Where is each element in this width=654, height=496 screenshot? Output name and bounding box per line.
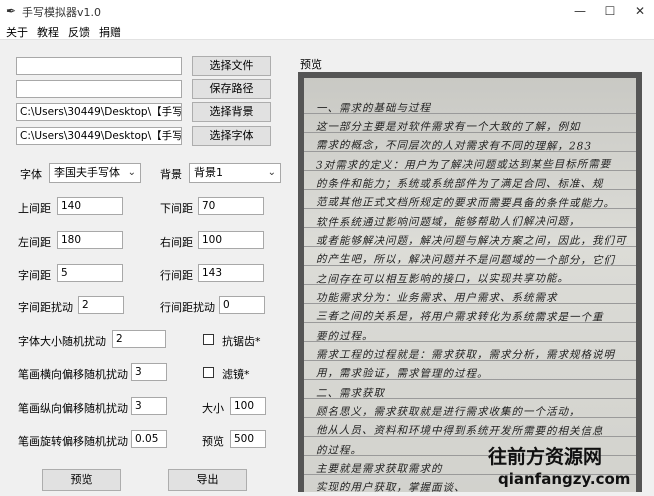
maximize-button[interactable]: ☐ — [600, 2, 620, 20]
preview-button[interactable]: 预览 — [42, 469, 121, 491]
menu-feedback[interactable]: 反馈 — [68, 24, 90, 40]
left-margin-input[interactable]: 180 — [57, 231, 123, 249]
background-path-input[interactable]: C:\Users\30449\Desktop\【手写模 — [16, 103, 182, 121]
handwritten-line: 要的过程。 — [315, 330, 374, 343]
handwritten-line: 范或其他正式文档所规定的要求而需要具备的条件或能力。 — [315, 196, 616, 210]
line-spacing-input[interactable]: 143 — [198, 264, 264, 282]
menu-tutorial[interactable]: 教程 — [37, 24, 59, 40]
handwritten-line: 的条件和能力；系统或系统部件为了满足合同、标准、规 — [316, 178, 604, 190]
select-file-button[interactable]: 选择文件 — [192, 56, 271, 76]
export-button[interactable]: 导出 — [168, 469, 247, 491]
title-bar: ✒ 手写模拟器v1.0 — ☐ ✕ — [0, 0, 654, 22]
handwritten-line: 需求工程的过程就是：需求获取，需求分析，需求规格说明 — [316, 349, 615, 361]
bottom-margin-input[interactable]: 70 — [198, 197, 264, 215]
font-path-input[interactable]: C:\Users\30449\Desktop\【手写模 — [16, 127, 182, 145]
line-spacing-jitter-label: 行间距扰动 — [160, 301, 215, 314]
file-path-input[interactable] — [16, 57, 182, 75]
right-margin-input[interactable]: 100 — [198, 231, 264, 249]
stroke-h-jitter-label: 笔画横向偏移随机扰动 — [18, 368, 128, 381]
stroke-v-jitter-label: 笔画纵向偏移随机扰动 — [18, 402, 128, 415]
top-margin-label: 上间距 — [18, 202, 51, 215]
top-margin-input[interactable]: 140 — [57, 197, 123, 215]
antialias-checkbox[interactable] — [203, 334, 214, 345]
handwritten-line: 之间存在可以相互影响的接口，以实现共享功能。 — [315, 272, 570, 286]
preview-title: 预览 — [300, 58, 322, 71]
char-spacing-input[interactable]: 5 — [57, 264, 123, 282]
stroke-h-jitter-input[interactable]: 3 — [131, 363, 167, 381]
menu-about[interactable]: 关于 — [6, 24, 28, 40]
handwritten-line: 的产生吧，所以，解决问题并不是问题域的一个部分，它们 — [315, 253, 616, 267]
background-label: 背景 — [160, 168, 182, 181]
preview-size-label: 预览 — [202, 435, 224, 448]
menu-donate[interactable]: 捐赠 — [99, 24, 121, 40]
save-path-button[interactable]: 保存路径 — [192, 79, 271, 99]
handwritten-paper: 一、需求的基础与过程这一部分主要是对软件需求有一个大致的了解，例如 需求的概念，不… — [304, 78, 636, 492]
background-select[interactable]: 背景1 ⌄ — [189, 163, 281, 183]
handwritten-line: 功能需求分为：业务需求、用户需求、系统需求 — [316, 292, 558, 304]
stroke-v-jitter-input[interactable]: 3 — [131, 397, 167, 415]
filter-label: 滤镜* — [222, 368, 250, 381]
right-margin-label: 右间距 — [160, 236, 193, 249]
char-spacing-jitter-label: 字间距扰动 — [18, 301, 73, 314]
chevron-down-icon: ⌄ — [267, 167, 276, 178]
size-label: 大小 — [202, 402, 224, 415]
filter-checkbox[interactable] — [203, 367, 214, 378]
bottom-margin-label: 下间距 — [160, 202, 193, 215]
background-select-value: 背景1 — [194, 166, 223, 179]
handwritten-line: 一、需求的基础与过程 — [315, 102, 432, 115]
feather-icon: ✒ — [6, 4, 17, 18]
font-label: 字体 — [20, 168, 42, 181]
save-path-input[interactable] — [16, 80, 182, 98]
chevron-down-icon: ⌄ — [127, 167, 136, 178]
select-font-button[interactable]: 选择字体 — [192, 126, 271, 146]
watermark-url: qianfangzy.com — [498, 470, 631, 488]
preview-size-input[interactable]: 500 — [230, 430, 266, 448]
font-select-value: 李国夫手写体 — [54, 166, 120, 179]
select-background-button[interactable]: 选择背景 — [192, 102, 271, 122]
handwritten-line: 用，需求验证，需求管理的过程。 — [315, 367, 489, 381]
handwritten-line: 二、需求获取 — [315, 387, 386, 400]
handwritten-line: 三者之间的关系是，将用户需求转化为系统需求是一个重 — [315, 310, 604, 324]
handwritten-line: 这一部分主要是对软件需求有一个大致的了解，例如 — [316, 121, 581, 133]
menu-bar: 关于 教程 反馈 捐赠 — [0, 22, 654, 40]
watermark-text: 往前方资源网 — [488, 446, 603, 468]
handwritten-line: 3对需求的定义：用户为了解决问题或达到某些目标所需要 — [315, 158, 612, 172]
handwritten-line: 或者能够解决问题，解决问题与解决方案之间，因此，我们可以 — [316, 235, 628, 247]
stroke-rot-jitter-input[interactable]: 0.05 — [131, 430, 167, 448]
handwritten-line: 顾名思义，需求获取就是进行需求收集的一个活动， — [316, 406, 581, 418]
font-size-jitter-label: 字体大小随机扰动 — [18, 335, 106, 348]
close-button[interactable]: ✕ — [630, 2, 650, 20]
font-select[interactable]: 李国夫手写体 ⌄ — [49, 163, 141, 183]
preview-image: 一、需求的基础与过程这一部分主要是对软件需求有一个大致的了解，例如 需求的概念，不… — [298, 72, 642, 492]
font-size-jitter-input[interactable]: 2 — [112, 330, 166, 348]
size-input[interactable]: 100 — [230, 397, 266, 415]
left-margin-label: 左间距 — [18, 236, 51, 249]
handwritten-line: 软件系统通过影响问题域，能够帮助人们解决问题， — [315, 215, 581, 229]
window-title: 手写模拟器v1.0 — [22, 6, 102, 19]
line-spacing-label: 行间距 — [160, 269, 193, 282]
stroke-rot-jitter-label: 笔画旋转偏移随机扰动 — [18, 435, 128, 448]
char-spacing-jitter-input[interactable]: 2 — [78, 296, 124, 314]
handwritten-line: 他从人员、资料和环境中得到系统开发所需要的相关信息 — [315, 424, 604, 438]
minimize-button[interactable]: — — [570, 2, 590, 20]
handwritten-line: 需求的概念，不同层次的人对需求有不同的理解，283 — [315, 139, 593, 153]
char-spacing-label: 字间距 — [18, 269, 51, 282]
antialias-label: 抗锯齿* — [222, 335, 261, 348]
line-spacing-jitter-input[interactable]: 0 — [219, 296, 265, 314]
